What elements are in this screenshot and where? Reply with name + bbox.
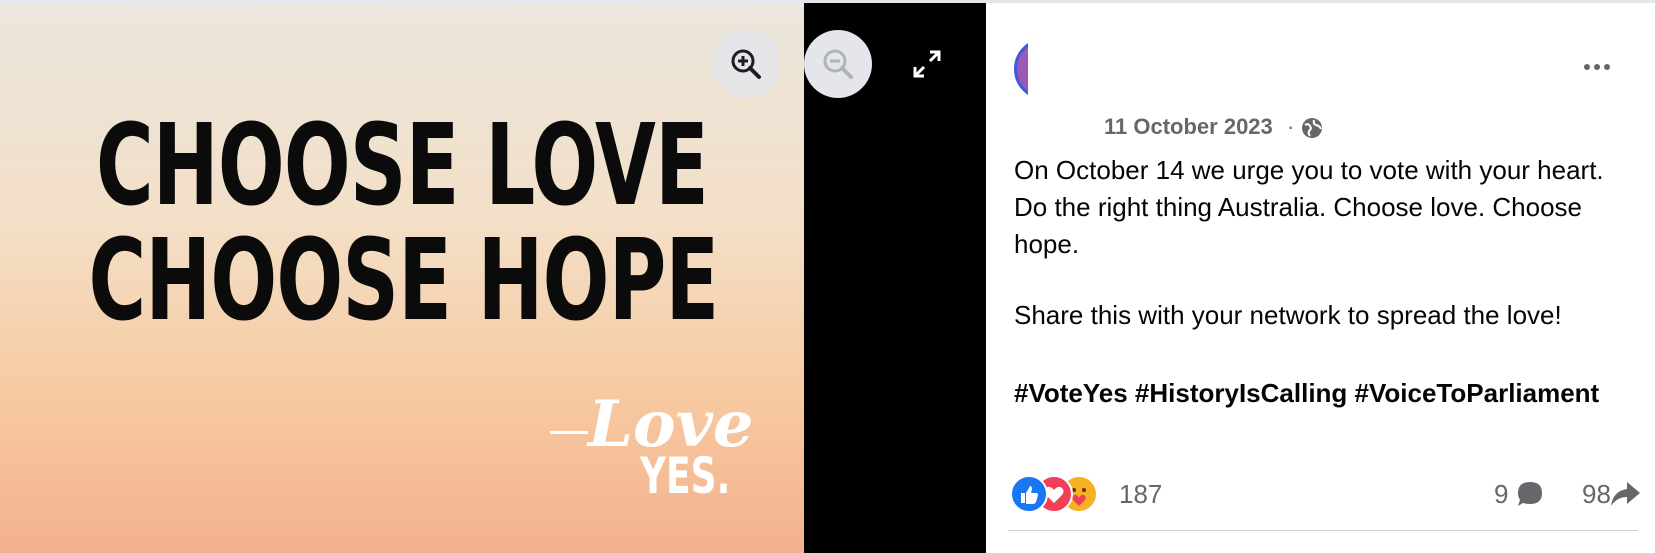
reaction-count[interactable]: 187 — [1119, 479, 1162, 510]
photo-headline-line2: CHOOSE HOPE — [88, 216, 719, 346]
zoom-in-button[interactable] — [712, 30, 780, 98]
share-count[interactable]: 98 — [1582, 479, 1611, 510]
reaction-icons[interactable] — [1010, 475, 1098, 513]
share-icon[interactable] — [1609, 479, 1641, 509]
zoom-out-button[interactable] — [804, 30, 872, 98]
photo-headline-line1: CHOOSE LOVE — [95, 101, 709, 231]
logo-yes-text: YES. — [640, 447, 731, 505]
more-dot — [1594, 64, 1600, 70]
avatar[interactable] — [1014, 38, 1028, 100]
post-hashtags[interactable]: #VoteYes #HistoryIsCalling #VoiceToParli… — [1014, 378, 1599, 409]
zoom-out-icon — [823, 49, 853, 79]
more-options-button[interactable] — [1577, 50, 1617, 84]
post-paragraph-1: On October 14 we urge you to vote with y… — [1014, 155, 1604, 259]
fullscreen-button[interactable] — [893, 30, 961, 98]
avatar-image — [1014, 38, 1028, 100]
date-separator: · — [1287, 114, 1295, 139]
expand-icon — [913, 50, 941, 78]
more-dot — [1604, 64, 1610, 70]
like-reaction-icon — [1010, 475, 1048, 513]
comment-count[interactable]: 9 — [1494, 479, 1508, 510]
globe-icon — [1302, 118, 1322, 138]
post-paragraph-2: Share this with your network to spread t… — [1014, 300, 1562, 330]
logo-dash — [550, 431, 588, 434]
more-dots-icon — [1584, 64, 1590, 70]
reactions-divider — [1008, 530, 1638, 531]
zoom-in-icon — [731, 49, 761, 79]
post-date[interactable]: 11 October 2023 — [1104, 114, 1273, 140]
post-text: On October 14 we urge you to vote with y… — [1014, 152, 1639, 334]
comment-icon[interactable] — [1515, 479, 1545, 509]
post-photo[interactable]: CHOOSE LOVE CHOOSE HOPE Love YES. — [0, 3, 804, 553]
